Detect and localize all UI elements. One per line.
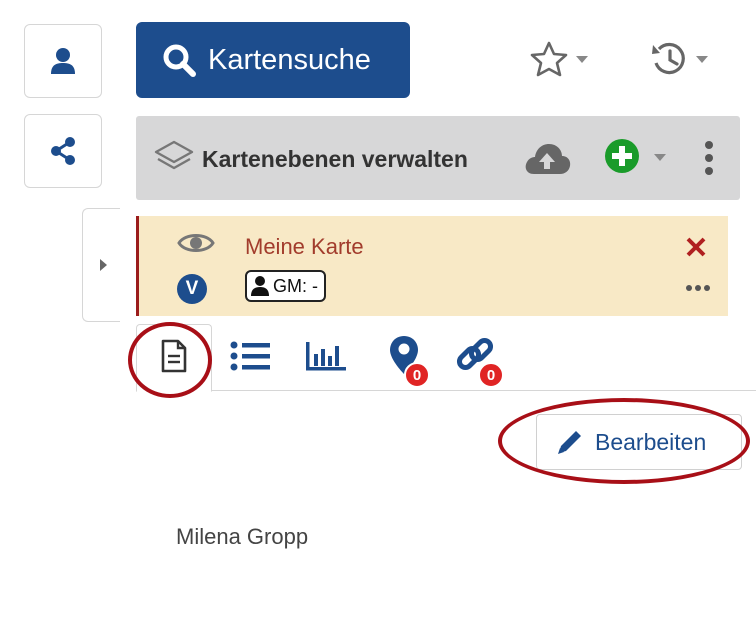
app-stage: Kartensuche Kartenebenen verwalten Meine… bbox=[0, 0, 756, 633]
version-badge: V bbox=[177, 274, 207, 304]
user-icon bbox=[51, 48, 75, 74]
favorites-dropdown[interactable] bbox=[530, 36, 588, 82]
gm-badge[interactable]: GM: - bbox=[245, 270, 326, 302]
user-icon bbox=[251, 276, 269, 296]
bar-chart-icon bbox=[306, 342, 346, 371]
share-icon bbox=[51, 137, 75, 165]
tabs-divider bbox=[210, 390, 756, 391]
history-dropdown[interactable] bbox=[650, 36, 708, 82]
chevron-down-icon bbox=[576, 55, 588, 63]
gm-label: GM: - bbox=[273, 275, 318, 296]
highlight-ring-edit-button bbox=[498, 398, 750, 484]
locations-count-badge: 0 bbox=[404, 362, 430, 388]
highlight-ring-details-tab bbox=[128, 322, 212, 398]
tab-statistics[interactable] bbox=[306, 340, 346, 372]
map-name[interactable]: Meine Karte bbox=[245, 234, 364, 260]
list-icon bbox=[230, 341, 270, 371]
links-count-badge: 0 bbox=[478, 362, 504, 388]
author-name: Milena Gropp bbox=[176, 524, 309, 549]
map-card[interactable]: Meine Karte V GM: - bbox=[136, 216, 728, 316]
more-horizontal-icon[interactable] bbox=[685, 284, 711, 292]
star-icon bbox=[530, 41, 568, 77]
layers-title: Kartenebenen verwalten bbox=[202, 146, 468, 172]
chevron-down-icon[interactable] bbox=[654, 154, 666, 161]
map-search-label: Kartensuche bbox=[208, 43, 371, 76]
chevron-down-icon bbox=[696, 55, 708, 63]
layers-icon bbox=[154, 140, 194, 170]
tab-locations[interactable]: 0 bbox=[388, 334, 430, 388]
tab-list[interactable] bbox=[230, 340, 270, 372]
history-icon bbox=[652, 42, 685, 75]
cloud-upload-icon[interactable] bbox=[522, 140, 572, 176]
layers-toolbar: Kartenebenen verwalten bbox=[136, 116, 740, 200]
eye-icon[interactable] bbox=[177, 230, 215, 256]
share-button[interactable] bbox=[24, 114, 102, 188]
user-button[interactable] bbox=[24, 24, 102, 98]
close-icon[interactable] bbox=[685, 236, 707, 258]
add-layer-icon[interactable] bbox=[604, 138, 640, 174]
more-vertical-icon[interactable] bbox=[704, 140, 714, 176]
map-search-button[interactable]: Kartensuche bbox=[136, 22, 410, 98]
search-icon bbox=[162, 43, 196, 77]
tab-links[interactable]: 0 bbox=[456, 336, 504, 388]
panel-toggle-button[interactable] bbox=[82, 208, 122, 322]
caret-right-icon bbox=[99, 259, 107, 271]
